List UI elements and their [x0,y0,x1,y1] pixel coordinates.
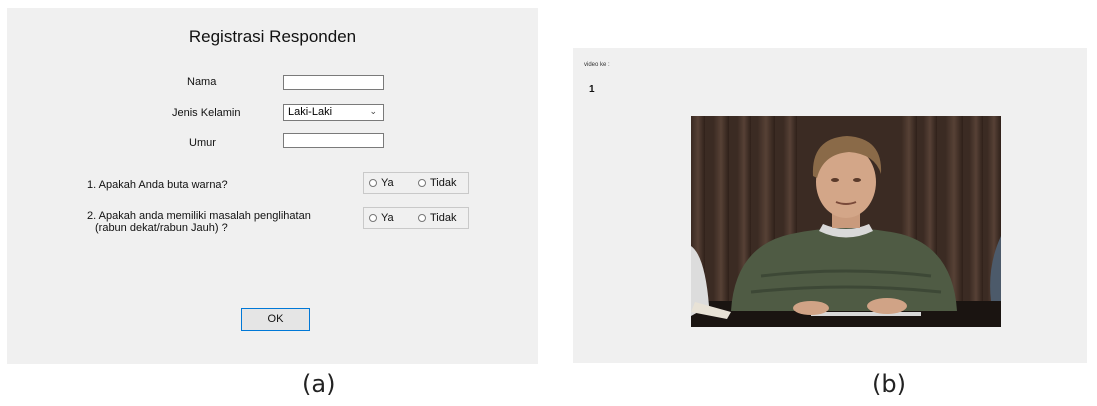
umur-input[interactable] [283,133,384,148]
question-2-yes-radio[interactable]: Ya [369,212,394,224]
question-1-yes-radio[interactable]: Ya [369,177,394,189]
registration-window: Registrasi Responden Nama Jenis Kelamin … [7,8,538,364]
caption-b: (b) [872,370,906,398]
nama-input[interactable] [283,75,384,90]
question-1-no-radio[interactable]: Tidak [418,177,457,189]
question-1-options: Ya Tidak [363,172,469,194]
nama-label: Nama [187,76,217,88]
radio-circle-icon [369,179,377,187]
no-label: Tidak [430,212,457,224]
video-still-image [691,116,1001,327]
jenis-kelamin-label: Jenis Kelamin [172,107,241,119]
video-index-number: 1 [589,84,595,95]
caption-a: (a) [302,370,336,398]
question-2-options: Ya Tidak [363,207,469,229]
video-window: video ke : 1 [573,48,1087,363]
video-index-label: video ke : [584,62,610,68]
radio-circle-icon [418,179,426,187]
question-2-line-2: (rabun dekat/rabun Jauh) ? [95,222,228,234]
jenis-kelamin-select[interactable]: Laki-Laki ⌄ [283,104,384,121]
yes-label: Ya [381,177,394,189]
form-title: Registrasi Responden [188,27,357,46]
question-1: 1. Apakah Anda buta warna? [87,179,228,191]
question-2-no-radio[interactable]: Tidak [418,212,457,224]
jenis-kelamin-value: Laki-Laki [288,106,333,118]
radio-circle-icon [418,214,426,222]
question-2-line-1: 2. Apakah anda memiliki masalah pengliha… [87,210,311,222]
video-frame [691,116,1001,327]
yes-label: Ya [381,212,394,224]
radio-circle-icon [369,214,377,222]
no-label: Tidak [430,177,457,189]
umur-label: Umur [189,137,216,149]
chevron-down-icon: ⌄ [369,106,377,116]
ok-button[interactable]: OK [241,308,310,331]
